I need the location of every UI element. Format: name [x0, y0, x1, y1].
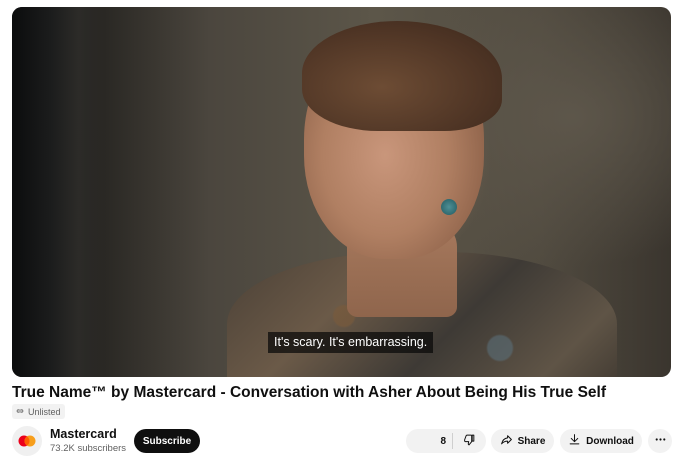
like-dislike-group: 8: [406, 429, 486, 453]
video-frame-subject-hair: [302, 21, 502, 131]
download-button[interactable]: Download: [560, 429, 642, 453]
video-frame-subject-earring: [441, 199, 457, 215]
video-player[interactable]: It's scary. It's embarrassing.: [12, 7, 671, 377]
link-icon: [15, 406, 25, 418]
share-button[interactable]: Share: [491, 429, 554, 453]
avatar[interactable]: [12, 426, 42, 456]
share-label: Share: [517, 435, 546, 447]
subscribe-button[interactable]: Subscribe: [134, 429, 200, 453]
video-frame-background: [12, 7, 107, 377]
download-label: Download: [586, 435, 634, 447]
mastercard-logo-icon: [18, 435, 36, 447]
like-button[interactable]: 8: [406, 436, 452, 447]
subscriber-count: 73.2K subscribers: [50, 443, 127, 454]
video-title: True Name™ by Mastercard - Conversation …: [12, 384, 607, 401]
download-icon: [568, 433, 581, 449]
like-count: 8: [440, 435, 446, 447]
dislike-button[interactable]: [453, 433, 486, 449]
video-caption: It's scary. It's embarrassing.: [268, 332, 434, 353]
more-horizontal-icon: [654, 433, 667, 449]
more-actions-button[interactable]: [648, 429, 672, 453]
thumb-down-icon: [463, 433, 476, 449]
visibility-badge: Unlisted: [12, 404, 65, 419]
channel-name[interactable]: Mastercard: [50, 427, 126, 442]
channel-info: Mastercard 73.2K subscribers: [12, 426, 126, 456]
share-arrow-icon: [500, 433, 513, 449]
visibility-label: Unlisted: [28, 406, 61, 417]
